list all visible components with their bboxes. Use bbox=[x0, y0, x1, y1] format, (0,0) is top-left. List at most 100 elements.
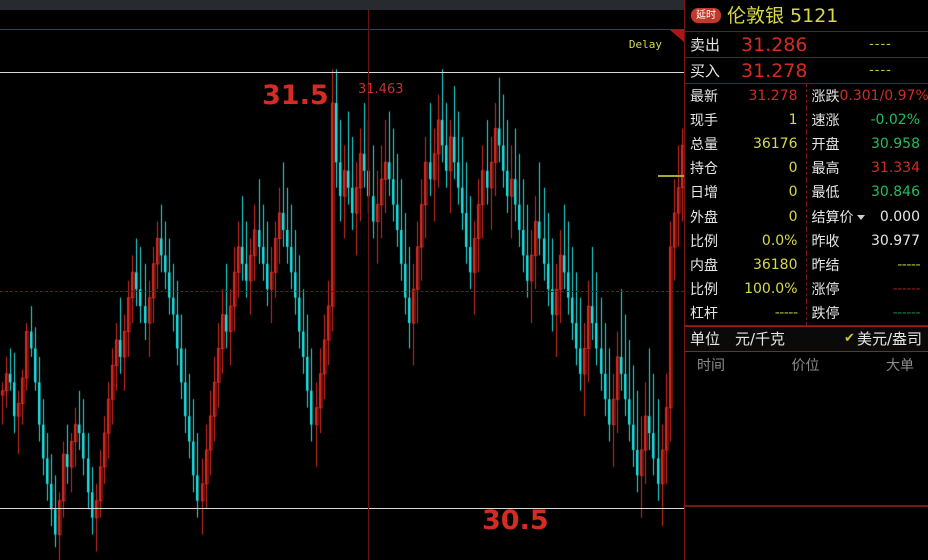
corner-marker-icon bbox=[670, 30, 684, 42]
stat-cell-现手: 现手 1 bbox=[685, 108, 807, 133]
symbol-header: 延时 伦敦银 5121 bbox=[685, 0, 928, 32]
ask-row[interactable]: 卖出 31.286 ---- bbox=[685, 32, 928, 58]
stat-cell-外盘: 外盘 0 bbox=[685, 204, 807, 229]
stat-value: ------ bbox=[892, 280, 921, 297]
stat-row: 杠杆 ----- 跌停 ------ bbox=[685, 300, 928, 325]
stat-cell-开盘: 开盘 30.958 bbox=[807, 132, 928, 156]
stat-key: 最高 bbox=[811, 161, 840, 178]
unit-option-cny-per-kg[interactable]: 元/千克 bbox=[735, 328, 844, 349]
stat-value: 0.000 bbox=[879, 208, 920, 225]
last-price-tick-marker bbox=[658, 175, 684, 177]
trading-app: Delay 31.5 30.5 31.463 延时 伦敦银 5121 卖出 31.… bbox=[0, 0, 928, 560]
gridline-lower bbox=[0, 508, 684, 509]
stat-value: 0.0% bbox=[761, 232, 798, 249]
delay-indicator-label: Delay bbox=[628, 38, 662, 51]
symbol-code: 5121 bbox=[790, 4, 839, 27]
stat-value: 0.301/0.97% bbox=[839, 88, 928, 105]
stat-key: 涨跌 bbox=[811, 89, 840, 106]
stat-value: 0 bbox=[788, 160, 798, 177]
big-order-list[interactable] bbox=[685, 378, 928, 506]
stat-value: ----- bbox=[897, 256, 920, 273]
stat-value: 0 bbox=[788, 208, 798, 225]
bid-ask-section: 卖出 31.286 ---- 买入 31.278 ---- bbox=[685, 32, 928, 84]
stat-cell-跌停: 跌停 ------ bbox=[807, 301, 928, 325]
stat-value: 31.334 bbox=[871, 160, 920, 177]
stat-value: 30.977 bbox=[871, 232, 920, 249]
stat-key: 结算价 bbox=[807, 207, 865, 227]
stat-cell-涨跌: 涨跌 0.301/0.97% bbox=[807, 84, 928, 108]
tick-header-time: 时间 bbox=[697, 357, 725, 374]
row-label: 卖出 bbox=[690, 36, 721, 54]
stat-value: 0 bbox=[788, 184, 798, 201]
stat-cell-昨结: 昨结 ----- bbox=[807, 253, 928, 277]
stat-row: 内盘 36180 昨结 ----- bbox=[685, 252, 928, 277]
tick-header-price: 价位 bbox=[791, 357, 820, 374]
symbol-name: 伦敦银 bbox=[727, 4, 785, 27]
delay-badge: 延时 bbox=[691, 8, 721, 23]
chart-top-border bbox=[0, 29, 684, 30]
stat-key: 最新 bbox=[690, 89, 718, 106]
stat-cell-内盘: 内盘 36180 bbox=[685, 252, 807, 277]
stat-value: 36180 bbox=[752, 256, 798, 273]
price-chart[interactable]: Delay 31.5 30.5 31.463 bbox=[0, 10, 684, 560]
price-label-upper: 31.5 bbox=[262, 80, 329, 111]
tick-detail-pane[interactable] bbox=[685, 505, 928, 560]
stat-row: 总量 36176 开盘 30.958 bbox=[685, 132, 928, 157]
stat-cell-最高: 最高 31.334 bbox=[807, 156, 928, 180]
stat-key: 外盘 bbox=[690, 209, 718, 226]
unit-label: 单位 bbox=[690, 330, 721, 349]
reference-line bbox=[0, 291, 684, 292]
stat-key: 最低 bbox=[811, 185, 840, 202]
bid-row[interactable]: 买入 31.278 ---- bbox=[685, 58, 928, 84]
stat-value: 36176 bbox=[752, 136, 798, 153]
check-icon: ✔ bbox=[844, 331, 855, 347]
stat-cell-比例: 比例 0.0% bbox=[685, 228, 807, 253]
tick-header-volume: 大单 bbox=[885, 357, 914, 374]
stat-row: 现手 1 速涨 -0.02% bbox=[685, 108, 928, 133]
price-label-lower: 30.5 bbox=[482, 505, 549, 536]
stat-value: 30.958 bbox=[871, 136, 920, 153]
gridline-upper bbox=[0, 72, 684, 73]
stat-cell-涨停: 涨停 ------ bbox=[807, 277, 928, 301]
stat-cell-总量: 总量 36176 bbox=[685, 132, 807, 157]
row-volume: ---- bbox=[869, 37, 892, 52]
stat-cell-昨收: 昨收 30.977 bbox=[807, 229, 928, 253]
unit-option-usd-per-oz[interactable]: 美元/盎司 bbox=[857, 328, 928, 349]
stat-cell-比例: 比例 100.0% bbox=[685, 276, 807, 301]
price-label-high: 31.463 bbox=[358, 82, 404, 97]
row-price: 31.286 bbox=[741, 33, 808, 56]
stat-key: 涨停 bbox=[811, 281, 840, 298]
stat-cell-结算价[interactable]: 结算价 0.000 bbox=[807, 204, 928, 228]
tick-table-header: 时间 价位 大单 bbox=[685, 352, 928, 378]
stat-value: 31.278 bbox=[748, 88, 798, 105]
stat-key: 持仓 bbox=[690, 161, 718, 178]
candlestick-canvas[interactable] bbox=[0, 10, 684, 560]
row-label: 买入 bbox=[690, 62, 721, 80]
stat-key: 总量 bbox=[690, 137, 718, 154]
stat-value: 100.0% bbox=[744, 280, 798, 297]
row-volume: ---- bbox=[869, 63, 892, 78]
stat-key: 内盘 bbox=[690, 257, 718, 274]
stat-row: 日增 0 最低 30.846 bbox=[685, 180, 928, 205]
stat-cell-持仓: 持仓 0 bbox=[685, 156, 807, 181]
stat-key: 现手 bbox=[690, 113, 718, 130]
stat-key: 比例 bbox=[690, 233, 718, 250]
stat-value: -0.02% bbox=[870, 112, 920, 129]
stat-row: 外盘 0 结算价 0.000 bbox=[685, 204, 928, 229]
stat-key: 开盘 bbox=[811, 137, 840, 154]
stat-value: 1 bbox=[788, 112, 798, 129]
stat-key: 速涨 bbox=[811, 113, 840, 130]
stat-value: 30.846 bbox=[871, 184, 920, 201]
stat-key: 杠杆 bbox=[690, 305, 718, 322]
stat-key: 跌停 bbox=[811, 305, 840, 322]
quote-panel: 延时 伦敦银 5121 卖出 31.286 ---- 买入 31.278 ---- 最新 3… bbox=[684, 0, 928, 560]
stat-key: 昨收 bbox=[811, 233, 840, 250]
stat-cell-杠杆: 杠杆 ----- bbox=[685, 300, 807, 325]
unit-selector-row[interactable]: 单位 元/千克 ✔ 美元/盎司 bbox=[685, 325, 928, 352]
quote-stats-grid: 最新 31.278 涨跌 0.301/0.97% 现手 1 速涨 -0.02% 总量 36176 开… bbox=[685, 84, 928, 326]
stat-cell-最新: 最新 31.278 bbox=[685, 84, 807, 109]
stat-key: 日增 bbox=[690, 185, 718, 202]
stat-cell-速涨: 速涨 -0.02% bbox=[807, 108, 928, 132]
stat-key: 昨结 bbox=[811, 257, 840, 274]
stat-row: 持仓 0 最高 31.334 bbox=[685, 156, 928, 181]
